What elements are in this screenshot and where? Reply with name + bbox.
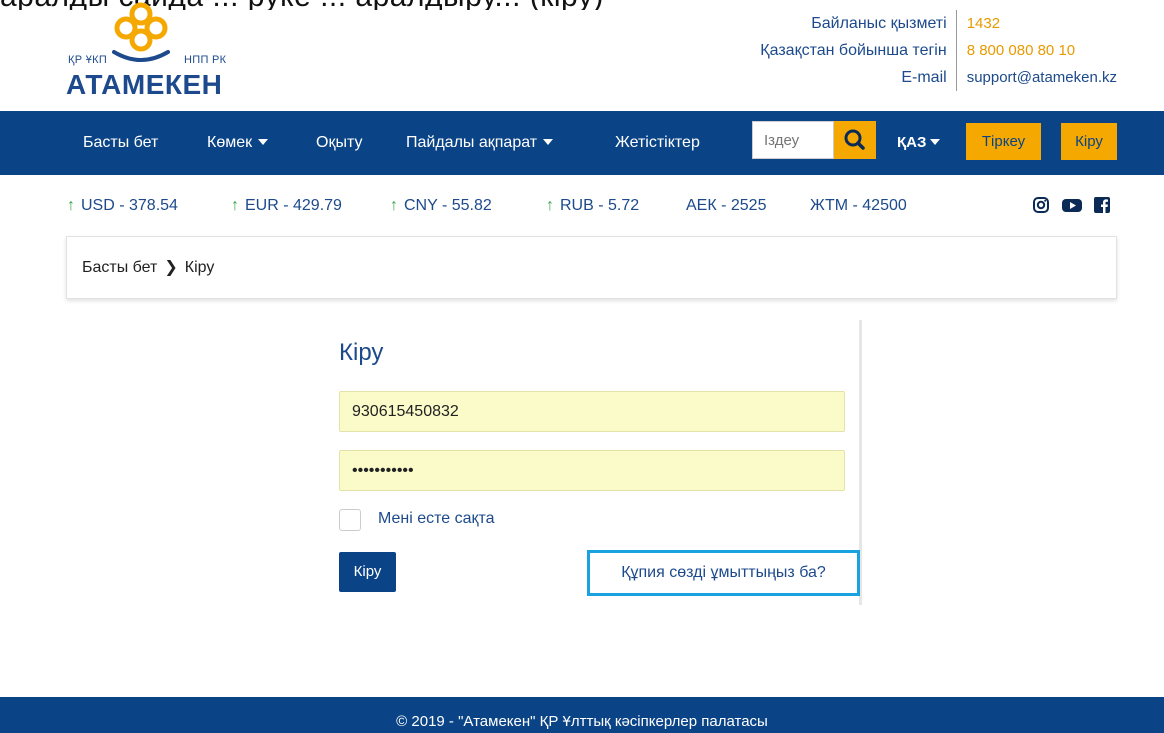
nav-useful-info[interactable]: Пайдалы ақпарат <box>406 111 554 175</box>
indicator-aek: АЕК - 2525 <box>686 197 767 214</box>
forgot-password-link[interactable]: Құпия сөзді ұмыттыңыз ба? <box>587 550 860 596</box>
arrow-up-icon: ↑ <box>390 197 398 214</box>
caret-down-icon <box>543 138 554 145</box>
logo-left-caption: ҚР ҰКП <box>68 54 108 66</box>
login-submit-button[interactable]: Кіру <box>339 552 396 592</box>
contact-email[interactable]: support@atameken.kz <box>957 64 1117 91</box>
footer-copyright: © 2019 - "Атамекен" ҚР Ұлттық кәсіпкерле… <box>396 713 768 730</box>
footer: © 2019 - "Атамекен" ҚР Ұлттық кәсіпкерле… <box>0 697 1164 733</box>
logo[interactable]: ҚР ҰКП НПП РК АТАМЕКЕН <box>64 2 254 100</box>
contact-row-email: E-mail support@atameken.kz <box>712 64 1117 91</box>
chevron-right-icon: ❯ <box>164 259 178 276</box>
language-selector[interactable]: ҚАЗ <box>897 111 941 175</box>
password-field <box>339 450 845 491</box>
username-input[interactable] <box>340 392 844 431</box>
arrow-up-icon: ↑ <box>67 197 75 214</box>
contact-row-free: Қазақстан бойынша тегін 8 800 080 80 10 <box>712 37 1117 64</box>
register-button[interactable]: Тіркеу <box>966 123 1041 160</box>
currency-usd: ↑ USD - 378.54 <box>67 197 178 214</box>
contact-label: Қазақстан бойынша тегін <box>712 37 957 64</box>
contact-phone-short[interactable]: 1432 <box>957 10 1000 37</box>
arrow-up-icon: ↑ <box>546 197 554 214</box>
youtube-icon[interactable] <box>1062 196 1082 214</box>
search-box <box>752 121 834 159</box>
remember-me-label[interactable]: Мені есте сақта <box>378 510 495 528</box>
contacts-block: Байланыс қызметі 1432 Қазақстан бойынша … <box>712 10 1117 91</box>
indicator-zhtm: ЖТМ - 42500 <box>810 197 907 214</box>
nav-training[interactable]: Оқыту <box>316 111 362 175</box>
search-input[interactable] <box>753 122 833 158</box>
search-button[interactable] <box>834 121 876 159</box>
search-icon <box>844 129 865 150</box>
arrow-up-icon: ↑ <box>231 197 239 214</box>
instagram-icon[interactable] <box>1032 196 1050 214</box>
contact-label: Байланыс қызметі <box>712 10 957 37</box>
password-input[interactable] <box>340 451 844 490</box>
breadcrumb: Басты бет ❯ Кіру <box>66 236 1117 299</box>
currency-cny: ↑ CNY - 55.82 <box>390 197 492 214</box>
nav-login-button[interactable]: Кіру <box>1061 123 1117 160</box>
caret-down-icon <box>258 138 269 145</box>
contact-label: E-mail <box>712 64 957 91</box>
nav-achievements[interactable]: Жетістіктер <box>615 111 700 175</box>
contact-phone-free[interactable]: 8 800 080 80 10 <box>957 37 1075 64</box>
currency-eur: ↑ EUR - 429.79 <box>231 197 342 214</box>
breadcrumb-current: Кіру <box>184 259 215 276</box>
caret-down-icon <box>930 139 941 146</box>
username-field <box>339 391 845 432</box>
nav-home[interactable]: Басты бет <box>83 111 158 175</box>
logo-right-caption: НПП РК <box>184 54 227 66</box>
currency-rub: ↑ RUB - 5.72 <box>546 197 640 214</box>
contact-row-support: Байланыс қызметі 1432 <box>712 10 1117 37</box>
logo-text: АТАМЕКЕН <box>66 69 223 100</box>
login-title: Кіру <box>339 339 384 366</box>
logo-emblem-icon <box>112 2 170 62</box>
nav-help[interactable]: Көмек <box>207 111 269 175</box>
breadcrumb-home[interactable]: Басты бет <box>82 259 157 276</box>
facebook-icon[interactable] <box>1093 196 1111 214</box>
remember-me-checkbox[interactable] <box>339 509 361 531</box>
